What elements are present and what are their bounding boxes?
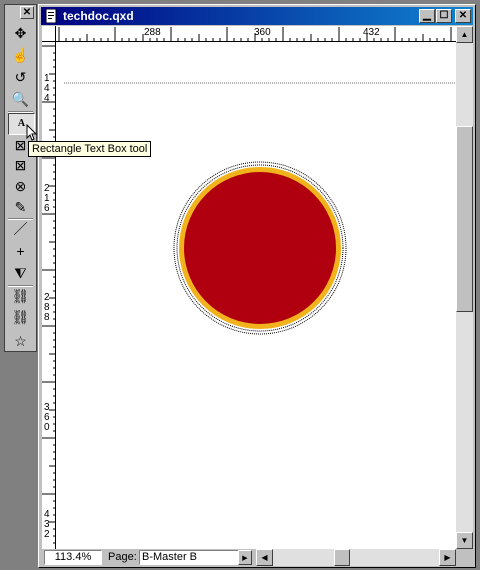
page-label: Page:: [108, 551, 137, 563]
document-window: techdoc.qxd ▁ ☐ ✕ 288 360 432 1 4 4 2 1 …: [38, 4, 476, 568]
zoom-tool-icon[interactable]: 🔍: [8, 89, 33, 109]
vertical-ruler[interactable]: 1 4 4 2 1 6 2 8 8 3 6 0 4 3 2: [42, 42, 56, 549]
bezier-picture-box-tool-icon[interactable]: ✎: [8, 197, 33, 217]
maximize-button[interactable]: ☐: [436, 9, 452, 23]
red-circle-picture-box[interactable]: [184, 172, 336, 324]
palette-separator: [8, 111, 33, 113]
scroll-down-arrow[interactable]: ▼: [456, 532, 473, 549]
ruler-label-360: 360: [254, 27, 271, 38]
palette-titlebar[interactable]: ✕: [5, 5, 36, 21]
rounded-picture-box-tool-icon[interactable]: ⊠: [8, 155, 33, 175]
horizontal-scrollbar[interactable]: ◀ ▶: [256, 549, 456, 566]
window-title: techdoc.qxd: [63, 9, 134, 23]
unlinking-tool-icon[interactable]: ⛓: [8, 307, 33, 327]
vertical-scrollbar[interactable]: ▲ ▼: [456, 26, 473, 549]
page-canvas[interactable]: [56, 42, 456, 549]
oval-picture-box-tool-icon[interactable]: ⊗: [8, 176, 33, 196]
scroll-right-arrow[interactable]: ▶: [439, 549, 456, 566]
palette-close-button[interactable]: ✕: [20, 6, 34, 19]
resize-grip[interactable]: [456, 549, 473, 566]
arrow-cursor-icon: [26, 124, 38, 141]
status-bar: 113.4% Page: B-Master B ▶ ◀ ▶: [42, 549, 473, 566]
orthogonal-line-tool-icon[interactable]: +: [8, 241, 33, 261]
starburst-tool-icon[interactable]: ☆: [8, 331, 33, 351]
palette-separator: [8, 218, 33, 220]
scroll-up-arrow[interactable]: ▲: [456, 26, 473, 43]
minimize-button[interactable]: ▁: [419, 9, 435, 23]
ruler-origin[interactable]: [42, 26, 56, 42]
tool-palette: ✕ ✥ ☝ ↺ 🔍 A ⊠ ⊠ ⊗ ✎ ／ + ⧨ ⛓ ⛓ ☆: [4, 4, 37, 352]
page-artwork: [64, 82, 456, 335]
horizontal-scroll-thumb[interactable]: [334, 549, 350, 566]
item-tool-icon[interactable]: ✥: [8, 23, 33, 43]
ruler-label-432: 432: [363, 27, 380, 38]
text-path-tool-icon[interactable]: ⧨: [8, 263, 33, 283]
close-button[interactable]: ✕: [455, 9, 471, 23]
scroll-left-arrow[interactable]: ◀: [256, 549, 273, 566]
quarkxpress-doc-icon: [45, 9, 57, 23]
rotation-tool-icon[interactable]: ↺: [8, 67, 33, 87]
ruler-label-288: 288: [144, 27, 161, 38]
tooltip: Rectangle Text Box tool: [28, 141, 152, 157]
page-menu-arrow[interactable]: ▶: [238, 550, 252, 565]
page-value: B-Master B: [142, 551, 198, 563]
line-tool-icon[interactable]: ／: [8, 219, 33, 239]
palette-separator: [8, 285, 33, 287]
vertical-scroll-thumb[interactable]: [456, 126, 473, 312]
page-field[interactable]: B-Master B: [139, 550, 252, 565]
linking-tool-icon[interactable]: ⛓: [8, 286, 33, 306]
horizontal-ruler[interactable]: 288 360 432: [56, 26, 456, 42]
content-tool-icon[interactable]: ☝: [8, 45, 33, 65]
window-titlebar[interactable]: techdoc.qxd ▁ ☐ ✕: [41, 7, 473, 25]
zoom-field[interactable]: 113.4%: [44, 550, 102, 565]
